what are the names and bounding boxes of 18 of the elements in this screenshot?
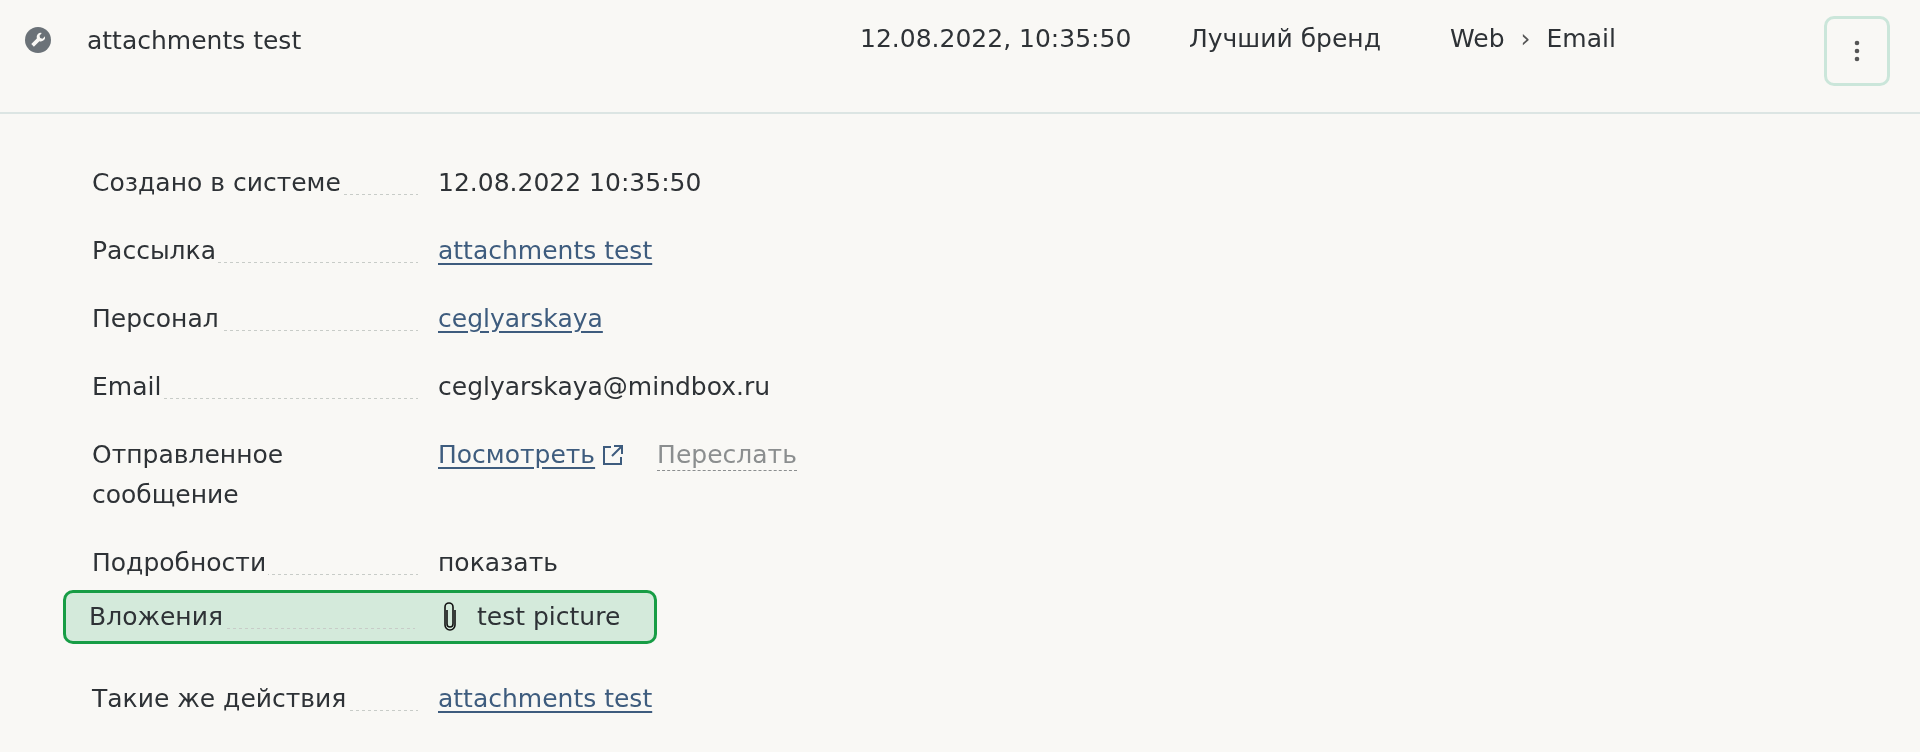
brand-name: Лучший бренд — [1189, 24, 1381, 53]
event-title: attachments test — [87, 25, 302, 55]
wrench-icon — [25, 27, 51, 53]
view-link[interactable]: Посмотреть — [438, 435, 596, 475]
value-link[interactable]: ceglyarskaya — [438, 299, 603, 339]
channel-label: Email — [1546, 24, 1616, 53]
more-icon — [1854, 40, 1860, 62]
attachment-link[interactable]: test picture — [477, 597, 621, 637]
breadcrumb-separator: › — [1520, 24, 1531, 53]
value-link[interactable]: attachments test — [438, 231, 653, 271]
field-value: 12.08.2022 10:35:50 — [438, 167, 702, 199]
event-datetime: 12.08.2022, 10:35:50 — [860, 24, 1132, 53]
external-link-icon[interactable] — [601, 443, 626, 467]
paperclip-icon — [443, 602, 457, 632]
channel-label: Web — [1450, 24, 1505, 53]
value-link[interactable]: attachments test — [438, 679, 653, 719]
field-value: ceglyarskaya@mindbox.ru — [438, 371, 771, 403]
field-value: показать — [438, 547, 558, 579]
